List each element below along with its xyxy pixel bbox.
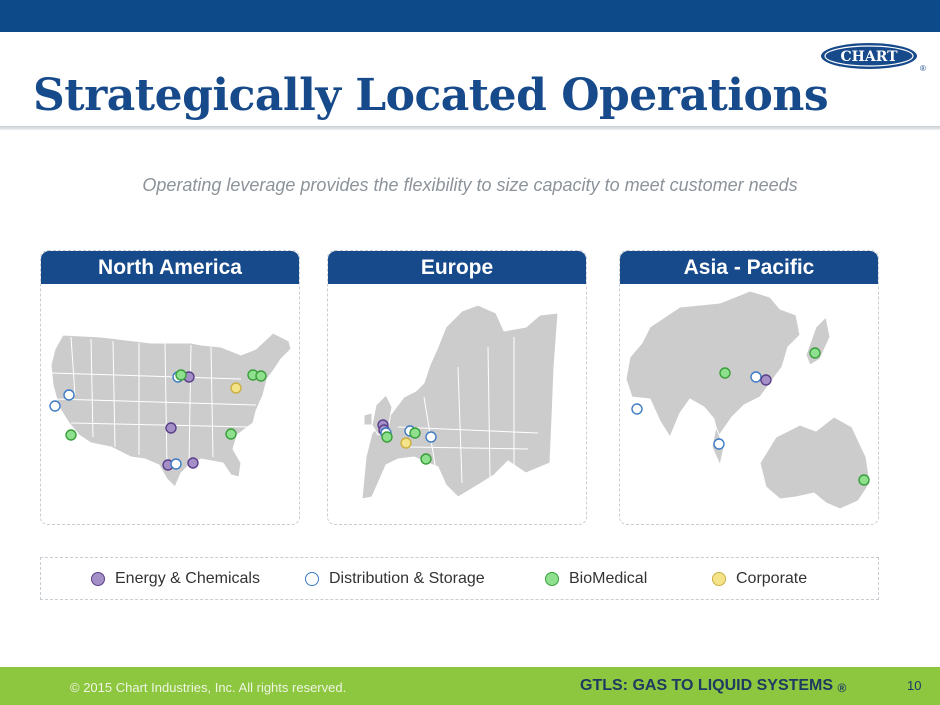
- region-title: North America: [41, 251, 299, 284]
- marker-distribution: [170, 458, 182, 470]
- marker-biomedical: [409, 427, 421, 439]
- marker-energy: [760, 374, 772, 386]
- marker-biomedical: [175, 369, 187, 381]
- marker-distribution: [63, 389, 75, 401]
- marker-energy: [165, 422, 177, 434]
- marker-biomedical: [719, 367, 731, 379]
- legend-item-distribution: Distribution & Storage: [305, 569, 485, 589]
- region-title: Europe: [328, 251, 586, 284]
- legend-item-biomedical: BioMedical: [545, 569, 647, 589]
- logo-text: CHART: [840, 49, 898, 65]
- legend-swatch-energy: [91, 572, 105, 586]
- marker-distribution: [425, 431, 437, 443]
- marker-biomedical: [65, 429, 77, 441]
- logo-registered-mark: ®: [920, 64, 926, 73]
- legend-label: Energy & Chemicals: [115, 570, 260, 587]
- north-america-map: [49, 332, 292, 488]
- legend-swatch-biomedical: [545, 572, 559, 586]
- marker-corporate: [230, 382, 242, 394]
- footer-bar: © 2015 Chart Industries, Inc. All rights…: [0, 667, 940, 705]
- region-panel-north-america: North America: [40, 250, 300, 525]
- legend-label: Corporate: [736, 570, 808, 587]
- top-banner: [0, 0, 940, 32]
- asia-pacific-map: [625, 290, 871, 510]
- chart-logo: CHART ®: [821, 43, 926, 73]
- legend-item-energy: Energy & Chemicals: [91, 569, 260, 589]
- europe-landmass: [361, 304, 559, 500]
- marker-corporate: [400, 437, 412, 449]
- marker-biomedical: [381, 431, 393, 443]
- marker-biomedical: [255, 370, 267, 382]
- legend-label: Distribution & Storage: [329, 570, 485, 587]
- australia-landmass: [759, 416, 871, 510]
- region-panel-asia-pacific: Asia - Pacific: [619, 250, 879, 525]
- subtitle: Operating leverage provides the flexibil…: [142, 175, 798, 195]
- region-panel-europe: Europe: [327, 250, 587, 525]
- legend-swatch-distribution: [305, 572, 319, 586]
- map-legend: Energy & Chemicals Distribution & Storag…: [40, 557, 879, 600]
- marker-biomedical: [858, 474, 870, 486]
- marker-distribution: [631, 403, 643, 415]
- marker-distribution: [713, 438, 725, 450]
- title-divider: [0, 126, 940, 130]
- copyright-text: © 2015 Chart Industries, Inc. All rights…: [70, 680, 347, 695]
- page-title: Strategically Located Operations: [33, 70, 829, 121]
- marker-biomedical: [809, 347, 821, 359]
- europe-map: [361, 304, 559, 500]
- footer-tagline: GTLS: GAS TO LIQUID SYSTEMS ®: [580, 677, 846, 695]
- legend-item-corporate: Corporate: [712, 569, 807, 589]
- region-title: Asia - Pacific: [620, 251, 878, 284]
- marker-biomedical: [225, 428, 237, 440]
- tagline-registered-mark: ®: [837, 681, 847, 695]
- legend-label: BioMedical: [569, 570, 648, 587]
- marker-biomedical: [420, 453, 432, 465]
- tagline-text: GTLS: GAS TO LIQUID SYSTEMS: [580, 677, 834, 694]
- legend-swatch-corporate: [712, 572, 726, 586]
- marker-distribution: [750, 371, 762, 383]
- marker-distribution: [49, 400, 61, 412]
- marker-energy: [187, 457, 199, 469]
- page-number: 10: [907, 678, 922, 693]
